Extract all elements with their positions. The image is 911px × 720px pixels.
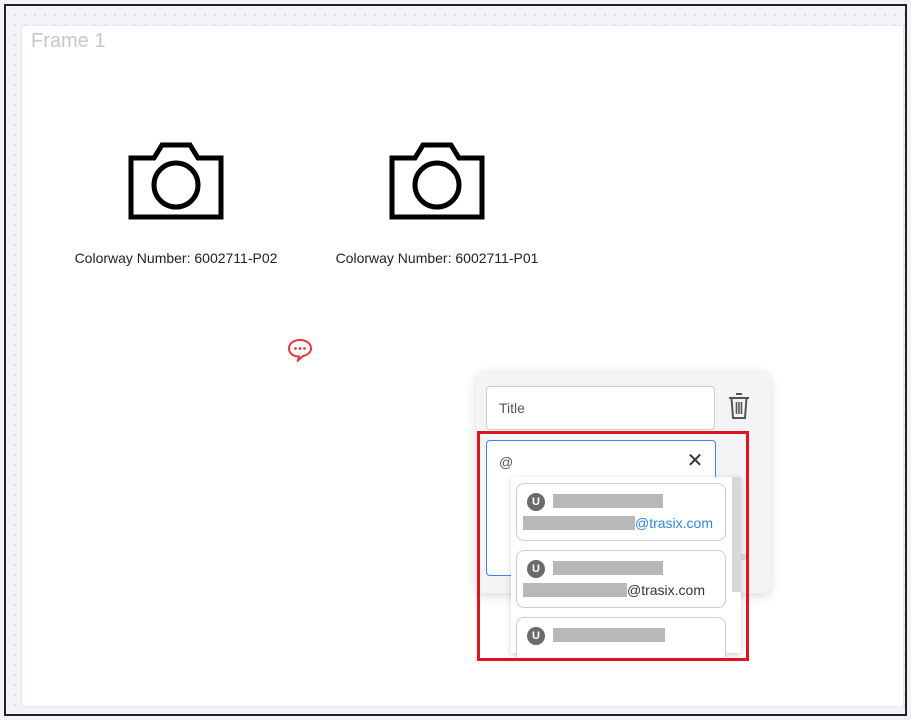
comment-title-input[interactable]: [486, 386, 715, 430]
trash-icon[interactable]: [727, 392, 751, 420]
colorway-item[interactable]: Colorway Number: 6002711-P01: [317, 140, 557, 266]
comment-bubble-icon[interactable]: [287, 338, 313, 362]
highlight-annotation: [477, 431, 749, 661]
camera-icon: [389, 142, 485, 220]
colorway-item[interactable]: Colorway Number: 6002711-P02: [56, 140, 296, 266]
canvas-frame[interactable]: [22, 26, 903, 706]
camera-icon: [128, 142, 224, 220]
frame-title: Frame 1: [31, 30, 106, 52]
colorway-label: Colorway Number: 6002711-P02: [74, 250, 278, 266]
colorway-label: Colorway Number: 6002711-P01: [335, 250, 539, 266]
